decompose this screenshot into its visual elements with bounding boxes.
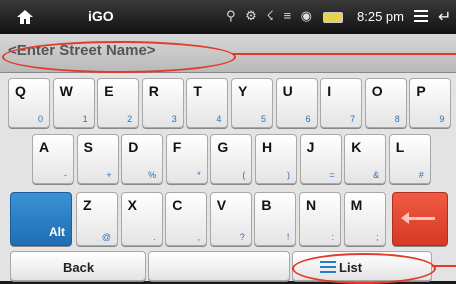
key-z[interactable]: Z @ (76, 192, 118, 246)
key-alt-char: ) (287, 170, 290, 180)
key-letter: G (217, 139, 229, 155)
key-l[interactable]: L # (388, 134, 431, 184)
alt-key[interactable]: Alt (10, 192, 72, 246)
key-letter: P (416, 83, 426, 99)
key-alt-char: # (418, 170, 424, 180)
key-letter: R (148, 83, 159, 99)
alt-key-label: Alt (49, 225, 65, 239)
key-letter: L (395, 139, 405, 155)
key-r[interactable]: R3 (141, 78, 184, 128)
key-letter: N (306, 197, 317, 213)
key-i[interactable]: I7 (320, 78, 363, 128)
key-f[interactable]: F * (165, 134, 208, 184)
key-alt-char: % (148, 170, 157, 180)
status-icons: ⚲ ⚙ ☇ ≡ ◉ (226, 8, 315, 23)
key-a[interactable]: A- (32, 134, 74, 184)
key-h[interactable]: H) (255, 134, 297, 184)
key-letter: K (351, 139, 362, 155)
back-button-label: Back (63, 260, 95, 275)
key-x[interactable]: X. (120, 192, 163, 246)
key-alt-char: 2 (127, 114, 133, 124)
key-letter: U (282, 83, 293, 99)
key-b[interactable]: B! (254, 192, 297, 246)
key-k[interactable]: K & (344, 134, 387, 184)
key-letter: I (327, 83, 332, 99)
key-letter: J (306, 139, 315, 155)
key-letter: W (59, 83, 73, 99)
key-c[interactable]: C, (165, 192, 208, 246)
key-letter: B (261, 197, 272, 213)
key-alt-char: 6 (305, 114, 311, 124)
key-alt-char: 1 (82, 114, 88, 124)
key-letter: Q (15, 83, 26, 99)
key-alt-char: 0 (37, 114, 43, 124)
key-letter: Z (83, 197, 92, 213)
key-letter: E (104, 83, 114, 99)
key-o[interactable]: O8 (364, 78, 407, 128)
key-m[interactable]: M; (343, 192, 386, 246)
key-alt-char: 5 (260, 114, 266, 124)
key-letter: Y (238, 83, 248, 99)
key-alt-char: : (331, 232, 334, 242)
key-alt-char: ! (286, 232, 290, 242)
key-alt-char: 3 (171, 114, 177, 124)
space-key[interactable] (148, 251, 290, 281)
key-alt-char: 7 (350, 114, 356, 124)
back-icon[interactable]: ↵ (438, 7, 451, 27)
key-alt-char: * (197, 170, 201, 180)
key-alt-char: @ (101, 232, 111, 242)
key-y[interactable]: Y5 (231, 78, 273, 128)
key-alt-char: - (64, 170, 67, 180)
key-alt-char: ( (242, 170, 246, 180)
key-alt-char: = (329, 170, 335, 180)
key-t[interactable]: T4 (186, 78, 229, 128)
list-highlight-annotation (292, 253, 436, 284)
key-q[interactable]: Q0 (8, 78, 50, 128)
key-letter: O (371, 83, 383, 99)
input-annotation-line (232, 53, 456, 55)
key-letter: C (172, 197, 183, 213)
key-d[interactable]: D% (121, 134, 164, 184)
key-alt-char: ; (376, 232, 379, 242)
key-alt-char: ? (239, 232, 245, 242)
key-v[interactable]: V? (209, 192, 252, 246)
back-button[interactable]: Back (10, 251, 146, 281)
backspace-icon (401, 212, 435, 224)
clock: 8:25 pm (357, 9, 404, 24)
key-alt-char: 4 (216, 114, 222, 124)
list-annotation-line (432, 265, 456, 267)
key-letter: X (127, 197, 137, 213)
key-w[interactable]: W1 (52, 78, 95, 128)
key-alt-char: , (197, 232, 201, 242)
key-alt-char: + (106, 170, 112, 180)
backspace-key[interactable] (392, 192, 448, 246)
menu-icon[interactable] (414, 10, 428, 22)
key-letter: V (216, 197, 227, 213)
key-g[interactable]: G( (210, 134, 253, 184)
key-alt-char: . (153, 232, 156, 242)
key-n[interactable]: N: (299, 192, 341, 246)
key-letter: F (172, 139, 182, 155)
key-letter: M (350, 197, 363, 213)
key-letter: H (262, 139, 273, 155)
key-alt-char: 9 (439, 114, 445, 124)
key-e[interactable]: E2 (97, 78, 140, 128)
home-icon[interactable] (16, 9, 34, 25)
battery-icon (323, 12, 343, 23)
key-letter: D (128, 139, 139, 155)
app-name: iGO (88, 8, 114, 24)
key-letter: T (193, 83, 202, 99)
key-alt-char: 8 (394, 114, 400, 124)
key-p[interactable]: P9 (409, 78, 452, 128)
key-j[interactable]: J = (299, 134, 342, 184)
status-bar: iGO ⚲ ⚙ ☇ ≡ ◉ 8:25 pm ↵ (0, 0, 456, 34)
key-s[interactable]: S + (76, 134, 119, 184)
key-u[interactable]: U6 (275, 78, 318, 128)
key-letter: A (39, 139, 50, 155)
key-letter: S (83, 139, 93, 155)
input-highlight-annotation (2, 41, 236, 73)
key-alt-char: & (373, 170, 380, 180)
